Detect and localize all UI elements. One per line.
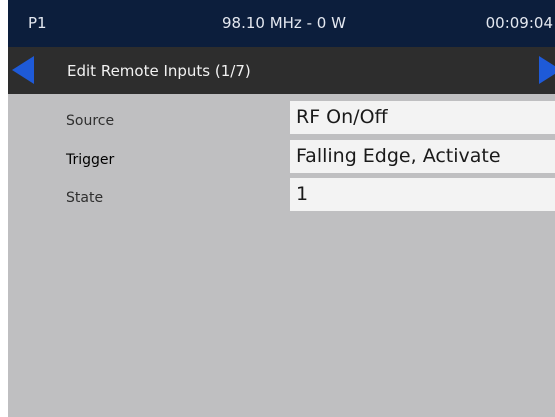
clock: 00:09:04 [485,14,553,32]
device-screen: P1 98.10 MHz - 0 W 00:09:04 Edit Remote … [8,0,555,417]
setting-value-field[interactable]: Falling Edge, Activate [290,140,555,173]
setting-value-field[interactable]: 1 [290,178,555,211]
status-bar: P1 98.10 MHz - 0 W 00:09:04 [8,0,555,47]
setting-label: State [66,190,104,206]
page-title: Edit Remote Inputs (1/7) [67,62,251,80]
setting-label: Source [66,113,115,129]
title-bar: Edit Remote Inputs (1/7) [8,47,555,94]
setting-label: Trigger [66,152,115,168]
preset-indicator: P1 [28,14,47,32]
arrow-left-icon[interactable] [12,56,34,84]
frequency-power-readout: 98.10 MHz - 0 W [222,14,346,32]
setting-row-state[interactable]: State 1 [8,178,555,214]
setting-value-field[interactable]: RF On/Off [290,101,555,134]
setting-row-source[interactable]: Source RF On/Off [8,101,555,137]
setting-row-trigger[interactable]: Trigger Falling Edge, Activate [8,140,555,176]
arrow-right-icon[interactable] [539,56,555,84]
